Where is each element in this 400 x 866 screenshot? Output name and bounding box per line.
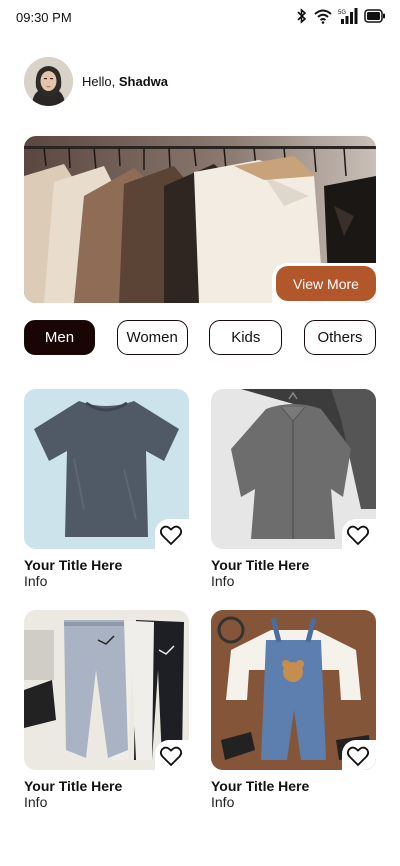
heart-icon[interactable]	[159, 523, 183, 547]
user-greeting: Hello, Shadwa	[24, 56, 168, 106]
product-info: Info	[211, 573, 235, 589]
product-image[interactable]	[24, 389, 189, 549]
status-icons: 5G	[296, 8, 386, 24]
wifi-icon	[314, 9, 332, 24]
product-title: Your Title Here	[24, 557, 123, 573]
battery-icon	[364, 9, 385, 23]
product-info: Info	[211, 794, 235, 810]
greeting-label: Hello,	[82, 73, 116, 89]
status-bar: 09:30 PM 5G	[0, 0, 400, 34]
heart-icon[interactable]	[346, 523, 370, 547]
product-title: Your Title Here	[211, 778, 310, 794]
product-title: Your Title Here	[211, 557, 310, 573]
bluetooth-icon	[297, 8, 307, 24]
product-card[interactable]: Your Title Here Info	[211, 610, 376, 810]
product-image[interactable]	[24, 610, 189, 770]
network-label: 5G	[338, 10, 346, 16]
category-men[interactable]: Men	[24, 320, 95, 355]
user-name: Shadwa	[118, 73, 168, 89]
greeting-text: Hello, Shadwa	[82, 74, 168, 89]
product-card[interactable]: Your Title Here Info	[211, 389, 376, 589]
product-card[interactable]: Your Title Here Info	[24, 389, 189, 589]
category-others[interactable]: Others	[303, 320, 376, 355]
product-title: Your Title Here	[24, 778, 123, 794]
heart-icon[interactable]	[346, 744, 370, 768]
view-more-button[interactable]: View More	[276, 266, 376, 301]
heart-icon[interactable]	[159, 744, 183, 768]
avatar[interactable]	[24, 56, 73, 106]
product-card[interactable]: Your Title Here Info	[24, 610, 189, 810]
product-info: Info	[24, 794, 48, 810]
category-kids[interactable]: Kids	[209, 320, 283, 355]
category-filter: Men Women Kids Others	[24, 320, 376, 355]
avatar-image	[24, 56, 73, 106]
product-info: Info	[24, 573, 48, 589]
signal-icon: 5G	[338, 8, 358, 24]
status-time: 09:30 PM	[16, 10, 72, 25]
category-women[interactable]: Women	[116, 320, 188, 355]
product-image[interactable]	[211, 389, 376, 549]
product-image[interactable]	[211, 610, 376, 770]
